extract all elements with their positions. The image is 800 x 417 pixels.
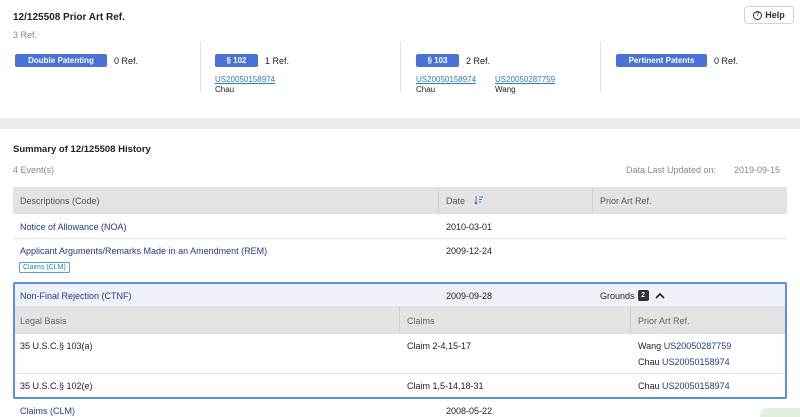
column-divider — [438, 187, 439, 214]
section-102-ref-link[interactable]: US20050158974 — [215, 75, 275, 84]
column-divider — [592, 187, 593, 214]
history-table-header — [13, 187, 787, 214]
section-102-ref-inventor: Chau — [215, 85, 235, 94]
section-103-ref-inventor-1: Chau — [416, 85, 436, 94]
history-title: Summary of 12/125508 History — [13, 144, 151, 155]
section-102-count: 1 Ref. — [265, 56, 290, 66]
history-row-date: 2008-05-22 — [446, 406, 493, 416]
column-descriptions: Descriptions (Code) — [20, 196, 100, 206]
history-row-description[interactable]: Claims (CLM) — [20, 406, 75, 416]
divider — [200, 42, 201, 92]
last-updated-value: 2019-09-15 — [734, 165, 781, 175]
pertinent-patents-count: 0 Ref. — [714, 56, 739, 66]
history-event-count: 4 Event(s) — [13, 165, 55, 175]
section-103-count: 2 Ref. — [466, 56, 491, 66]
column-prior-art-ref: Prior Art Ref. — [600, 196, 652, 206]
floating-widget[interactable] — [760, 408, 800, 417]
help-icon: ? — [753, 10, 763, 20]
expanded-row-highlight — [13, 282, 787, 399]
last-updated-label: Data Last Updated on: — [626, 165, 717, 175]
claims-tag[interactable]: Claims (CLM) — [19, 262, 70, 273]
help-label: Help — [765, 10, 785, 20]
double-patenting-badge[interactable]: Double Patenting — [15, 54, 107, 67]
sort-icon[interactable] — [474, 195, 484, 207]
double-patenting-count: 0 Ref. — [114, 56, 139, 66]
history-row-description[interactable]: Notice of Allowance (NOA) — [20, 222, 127, 232]
history-row-description[interactable]: Applicant Arguments/Remarks Made in an A… — [20, 246, 267, 256]
pertinent-patents-badge[interactable]: Pertinent Patents — [616, 54, 707, 67]
section-102-badge[interactable]: § 102 — [215, 54, 258, 67]
column-date[interactable]: Date — [446, 196, 465, 206]
history-row-date: 2010-03-01 — [446, 222, 493, 232]
help-button[interactable]: ? Help — [744, 6, 794, 24]
section-103-badge[interactable]: § 103 — [416, 54, 459, 67]
divider — [400, 42, 401, 92]
section-103-ref-link-2[interactable]: US20050287759 — [495, 75, 555, 84]
prior-art-panel: 12/125508 Prior Art Ref. 3 Ref. ? Help D… — [0, 0, 800, 118]
section-103-ref-link-1[interactable]: US20050158974 — [416, 75, 476, 84]
divider — [600, 42, 601, 92]
prior-art-ref-count: 3 Ref. — [13, 30, 38, 40]
prior-art-title: 12/125508 Prior Art Ref. — [13, 12, 125, 23]
section-103-ref-inventor-2: Wang — [495, 85, 516, 94]
history-row-date: 2009-12-24 — [446, 246, 493, 256]
row-divider — [13, 238, 787, 239]
